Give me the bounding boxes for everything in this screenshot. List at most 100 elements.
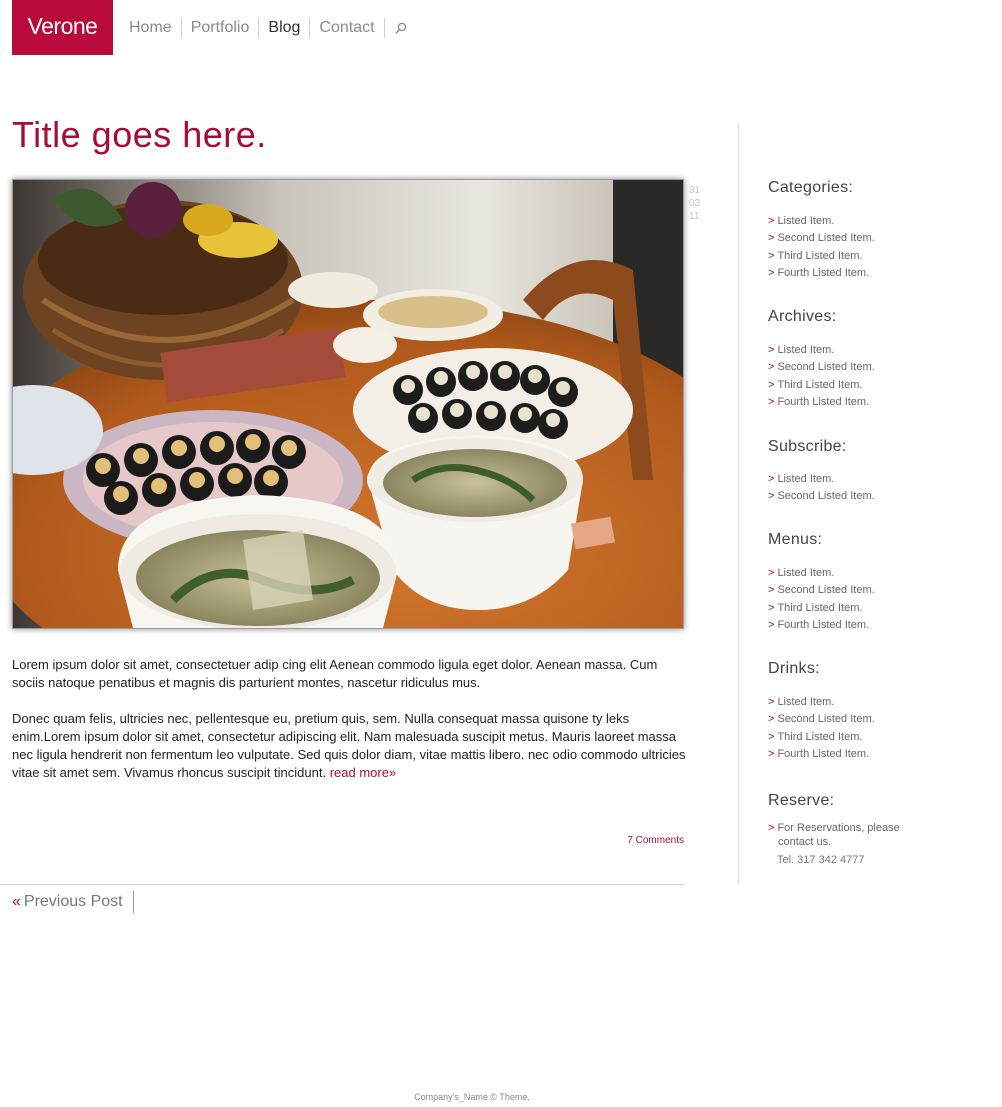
widget-reserve: Reserve: > For Reservations, please conta… <box>768 791 968 866</box>
list-item-label: Second Listed Item. <box>777 713 875 726</box>
list-item-label: Listed Item. <box>777 215 835 227</box>
list-item[interactable]: > Listed Item. <box>768 694 968 711</box>
widget-list: > Listed Item. > Second Listed Item. > Thir… <box>768 694 968 763</box>
arrow-icon: > <box>768 822 775 834</box>
list-item-label: Third Listed Item. <box>777 249 863 262</box>
list-item[interactable]: > Second Listed Item. <box>768 711 968 728</box>
list-item-label: Third Listed Item. <box>777 378 863 391</box>
nav-item-blog[interactable]: Blog <box>259 18 311 38</box>
arrow-icon: > <box>768 584 775 597</box>
list-item-label: Second Listed Item. <box>777 584 875 597</box>
nav-item-home[interactable]: Home <box>120 18 182 38</box>
widget-title: Subscribe: <box>768 438 847 455</box>
list-item-label: Second Listed Item. <box>777 490 875 503</box>
widget-archives: Archives: > Listed Item. > Second Listed I… <box>768 307 968 437</box>
widget-list: > Listed Item. > Second Listed Item. > Thir… <box>768 213 968 282</box>
list-item[interactable]: > Fourth Listed Item. <box>768 265 968 282</box>
list-item[interactable]: > Third Listed Item. <box>768 600 968 617</box>
widget-drinks: Drinks: > Listed Item. > Second Listed Ite… <box>768 659 968 791</box>
list-item-label: Listed Item. <box>777 696 835 708</box>
widget-title: Archives: <box>768 308 837 325</box>
list-item-label: Fourth Listed Item. <box>777 618 870 631</box>
widget-list: > Listed Item. > Second Listed Item. > Thir… <box>768 565 968 634</box>
footer-copyright: Company's_Name © Theme. <box>414 1092 530 1102</box>
post-date: 31 03 11 <box>689 184 709 223</box>
arrow-icon: > <box>768 232 775 245</box>
widget-title: Reserve: <box>768 792 835 809</box>
list-item[interactable]: > Second Listed Item. <box>768 230 968 247</box>
site-logo[interactable]: Verone <box>12 0 113 55</box>
arrow-icon: > <box>768 473 775 485</box>
list-item[interactable]: > Fourth Listed Item. <box>768 394 968 411</box>
previous-post-link[interactable]: «Previous Post <box>12 891 134 913</box>
sidebar-divider <box>738 122 739 885</box>
previous-post-label: Previous Post <box>23 893 123 910</box>
arrow-icon: > <box>768 601 775 614</box>
list-item[interactable]: > Second Listed Item. <box>768 488 968 505</box>
nav-item-contact[interactable]: Contact <box>310 18 385 38</box>
previous-arrow-icon: « <box>12 893 21 910</box>
widget-title: Drinks: <box>768 660 820 677</box>
list-item[interactable]: > Listed Item. <box>768 213 968 230</box>
arrow-icon: > <box>768 696 775 708</box>
list-item[interactable]: > Third Listed Item. <box>768 729 968 746</box>
list-item-label: Listed Item. <box>777 344 835 356</box>
list-item-label: Listed Item. <box>777 567 835 579</box>
post-date-month: 03 <box>689 198 701 209</box>
list-item[interactable]: > Third Listed Item. <box>768 377 968 394</box>
arrow-icon: > <box>768 713 775 726</box>
main-nav: Home Portfolio Blog Contact <box>120 17 417 39</box>
list-item-label: Fourth Listed Item. <box>777 266 870 279</box>
post-image <box>12 179 684 629</box>
widget-categories: Categories: > Listed Item. > Second Listed… <box>768 178 968 307</box>
arrow-icon: > <box>768 249 775 262</box>
list-item[interactable]: > Listed Item. <box>768 342 968 359</box>
sidebar: Categories: > Listed Item. > Second Listed… <box>768 178 968 866</box>
list-item[interactable]: > Listed Item. <box>768 565 968 582</box>
reserve-text-line: contact us. <box>778 836 832 848</box>
list-item-label: Third Listed Item. <box>777 730 863 743</box>
arrow-icon: > <box>768 215 775 227</box>
arrow-icon: > <box>768 395 775 408</box>
arrow-icon: > <box>768 266 775 279</box>
post-paragraph: Donec quam felis, ultricies nec, pellent… <box>12 710 687 782</box>
list-item[interactable]: > Listed Item. <box>768 471 968 488</box>
post-divider <box>0 884 685 885</box>
list-item-label: Second Listed Item. <box>777 361 875 374</box>
widget-list: > Listed Item. > Second Listed Item. > Thir… <box>768 342 968 411</box>
post-paragraph: Lorem ipsum dolor sit amet, consectetuer… <box>12 657 658 690</box>
widget-title: Menus: <box>768 531 823 548</box>
reserve-telephone: Tel. 317 342 4777 <box>777 854 865 866</box>
comments-link[interactable]: 7 Comments <box>627 835 684 846</box>
list-item[interactable]: > Second Listed Item. <box>768 359 968 376</box>
arrow-icon: > <box>768 344 775 356</box>
arrow-icon: > <box>768 361 775 374</box>
widget-title: Categories: <box>768 179 854 196</box>
list-item-label: Second Listed Item. <box>777 232 875 245</box>
arrow-icon: > <box>768 378 775 391</box>
arrow-icon: > <box>768 567 775 579</box>
widget-list: > Listed Item. > Second Listed Item. <box>768 471 968 506</box>
search-icon[interactable] <box>385 22 417 34</box>
reserve-text: > For Reservations, please contact us. <box>768 821 968 849</box>
widget-subscribe: Subscribe: > Listed Item. > Second Listed … <box>768 437 968 530</box>
post-body: Lorem ipsum dolor sit amet, consectetuer… <box>12 656 687 800</box>
list-item[interactable]: > Second Listed Item. <box>768 582 968 599</box>
read-more-link[interactable]: read more» <box>330 765 396 780</box>
nav-item-portfolio[interactable]: Portfolio <box>182 18 260 38</box>
post-title: Title goes here. <box>12 114 267 155</box>
list-item-label: Third Listed Item. <box>777 601 863 614</box>
list-item[interactable]: > Fourth Listed Item. <box>768 746 968 763</box>
arrow-icon: > <box>768 730 775 743</box>
widget-menus: Menus: > Listed Item. > Second Listed Item… <box>768 530 968 659</box>
arrow-icon: > <box>768 747 775 760</box>
post-date-day: 31 <box>689 185 701 196</box>
list-item[interactable]: > Third Listed Item. <box>768 248 968 265</box>
list-item-label: Fourth Listed Item. <box>777 395 870 408</box>
post-date-year: 11 <box>689 211 700 222</box>
arrow-icon: > <box>768 618 775 631</box>
list-item[interactable]: > Fourth Listed Item. <box>768 617 968 634</box>
food-photo <box>13 180 683 628</box>
arrow-icon: > <box>768 490 775 503</box>
reserve-text-line: For Reservations, please <box>777 822 900 834</box>
